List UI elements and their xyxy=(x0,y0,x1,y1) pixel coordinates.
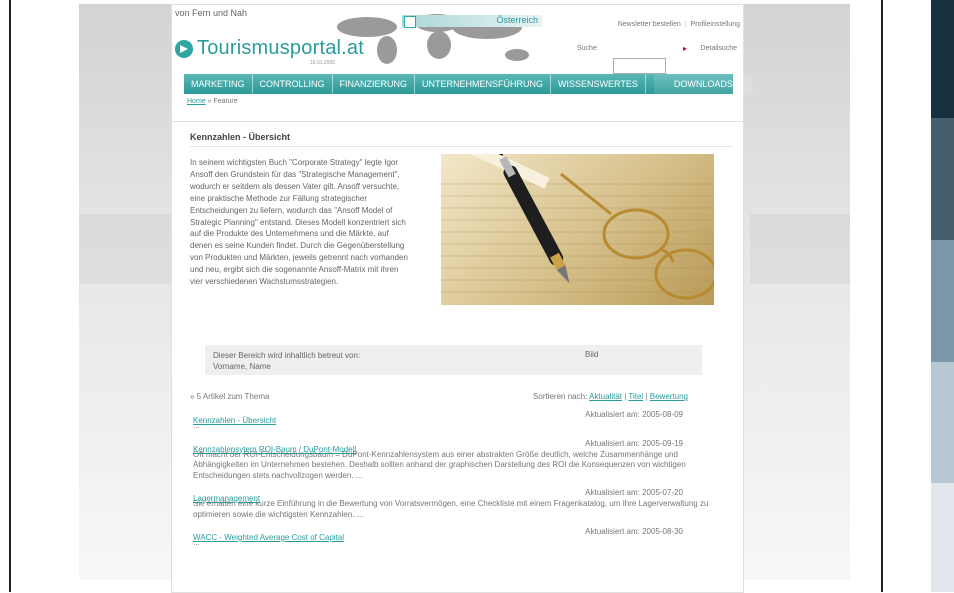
contact-text: Dieser Bereich wird inhaltlich betreut v… xyxy=(213,350,360,372)
color-swatch-column xyxy=(931,0,954,592)
backdrop-band-left xyxy=(79,214,179,284)
region-selector[interactable]: Österreich xyxy=(402,15,542,28)
article-updated: Aktualisiert am: 2005-09-19 xyxy=(585,438,683,448)
region-label: Österreich xyxy=(496,15,538,25)
sort-label: Sortieren nach: xyxy=(533,392,588,401)
profile-settings-link[interactable]: Profileinstellung xyxy=(691,21,740,28)
sort-aktualitaet-link[interactable]: Aktualität xyxy=(589,392,622,401)
article-head: Kennzahlensytem ROI-Baum / DuPont-Modell… xyxy=(193,438,718,454)
contact-box: Dieser Bereich wird inhaltlich betreut v… xyxy=(205,345,702,375)
nav-item-downloads[interactable]: DOWNLOADS xyxy=(653,74,753,94)
newsletter-link[interactable]: Newsletter bestellen xyxy=(618,21,681,28)
intro-text: In seinem wichtigsten Buch "Corporate St… xyxy=(190,158,408,287)
article-description: Sie erhalten eine kurze Einführung in di… xyxy=(193,499,709,519)
divider: | xyxy=(645,392,648,401)
article-updated: Aktualisiert am: 2005-07-20 xyxy=(585,488,683,497)
nav-item-marketing[interactable]: MARKETING xyxy=(184,74,253,94)
color-swatch xyxy=(931,240,954,362)
site-tagline: von Fern und Nah xyxy=(175,8,248,18)
nav-item-controlling[interactable]: CONTROLLING xyxy=(253,74,333,94)
contact-heading: Dieser Bereich wird inhaltlich betreut v… xyxy=(213,351,361,360)
article-list: Kennzahlen - Übersicht Aktualisiert am: … xyxy=(193,410,718,556)
breadcrumb-separator: » xyxy=(207,98,212,105)
list-item: Kennzahlen - Übersicht Aktualisiert am: … xyxy=(193,410,718,432)
main-nav: MARKETING CONTROLLING FINANZIERUNG UNTER… xyxy=(184,74,753,94)
search-label: Suche xyxy=(577,45,597,52)
play-arrow-icon xyxy=(175,39,193,58)
region-flag-icon xyxy=(404,16,416,28)
frame-line-left xyxy=(9,0,11,592)
article-title-link[interactable]: Kennzahlen - Übersicht xyxy=(193,416,276,425)
sort-controls: Sortieren nach: Aktualität | Titel | Bew… xyxy=(533,392,688,401)
article-description: Oft macht der ROI-Entscheidungsbaum = Du… xyxy=(193,449,686,480)
article-title-link[interactable]: Lagermanagement xyxy=(193,494,260,503)
newspaper-pen-glasses-image xyxy=(441,154,714,305)
arrow-right-icon: ▸ xyxy=(683,44,688,53)
divider: | xyxy=(624,392,627,401)
breadcrumb-home-link[interactable]: Home xyxy=(187,98,206,105)
breadcrumb: Home » Feature xyxy=(187,98,238,105)
page-title: Kennzahlen - Übersicht xyxy=(190,132,291,142)
list-item: Kennzahlensytem ROI-Baum / DuPont-Modell… xyxy=(193,439,718,482)
article-title-link[interactable]: Kennzahlensytem ROI-Baum / DuPont-Modell xyxy=(193,445,356,454)
article-title-link[interactable]: WACC - Weighted Average Cost of Capital xyxy=(193,533,344,542)
article-updated: Aktualisiert am: 2005-08-30 xyxy=(585,527,683,536)
nav-item-unternehmensfuehrung[interactable]: UNTERNEHMENSFÜHRUNG xyxy=(415,74,552,94)
sort-bewertung-link[interactable]: Bewertung xyxy=(650,392,688,401)
list-item: Lagermanagement Aktualisiert am: 2005-07… xyxy=(193,488,718,520)
contact-image-label: Bild xyxy=(585,350,599,359)
sort-titel-link[interactable]: Titel xyxy=(628,392,643,401)
frame-line-right xyxy=(881,0,883,592)
site-header: von Fern und Nah Tourismusportal.at 16.0… xyxy=(171,4,753,122)
color-swatch xyxy=(931,0,954,118)
nav-item-wissenswertes[interactable]: WISSENSWERTES xyxy=(551,74,646,94)
top-links: Newsletter bestellen | Profileinstellung xyxy=(618,21,740,28)
divider: | xyxy=(684,21,687,28)
color-swatch xyxy=(931,483,954,592)
breadcrumb-current: Feature xyxy=(213,98,238,105)
article-head: Lagermanagement Aktualisiert am: 2005-07… xyxy=(193,488,718,503)
nav-item-finanzierung[interactable]: FINANZIERUNG xyxy=(333,74,416,94)
backdrop-band-right xyxy=(750,214,850,284)
article-head: WACC - Weighted Average Cost of Capital … xyxy=(193,527,718,542)
color-swatch xyxy=(931,118,954,240)
search-input[interactable] xyxy=(613,58,666,74)
article-updated: Aktualisiert am: 2005-08-09 xyxy=(585,410,683,419)
color-swatch xyxy=(931,362,954,483)
article-count: » 5 Artikel zum Thema xyxy=(190,392,270,401)
title-divider xyxy=(190,146,733,147)
article-head: Kennzahlen - Übersicht Aktualisiert am: … xyxy=(193,410,718,425)
contact-name: Vorname, Name xyxy=(213,362,271,371)
detail-search-link[interactable]: Detailsuche xyxy=(700,45,737,52)
content-card: Kennzahlen - Übersicht In seinem wichtig… xyxy=(171,121,744,593)
list-item: WACC - Weighted Average Cost of Capital … xyxy=(193,527,718,549)
